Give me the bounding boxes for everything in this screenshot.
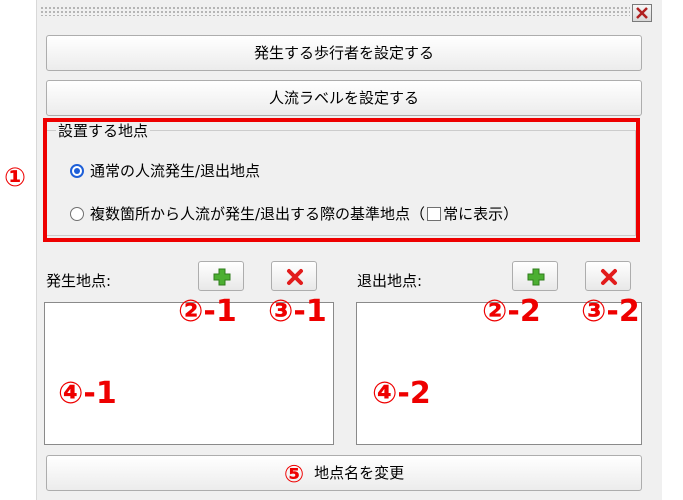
rename-point-label: 地点名を変更 bbox=[314, 464, 405, 482]
annotation-2-2: ②-2 bbox=[482, 294, 541, 329]
annotation-4-1: ④-1 bbox=[58, 376, 117, 411]
close-button[interactable] bbox=[632, 4, 652, 22]
set-flow-label-button[interactable]: 人流ラベルを設定する bbox=[46, 80, 642, 116]
annotation-3-2: ③-2 bbox=[581, 294, 640, 329]
title-grip[interactable] bbox=[40, 6, 630, 16]
rename-point-button[interactable]: ⑤ 地点名を変更 bbox=[46, 455, 642, 491]
exit-label: 退出地点: bbox=[357, 272, 423, 290]
plus-icon bbox=[527, 268, 545, 286]
annotation-3-1: ③-1 bbox=[268, 294, 327, 329]
remove-icon bbox=[601, 269, 617, 285]
annotation-box-1 bbox=[43, 118, 640, 242]
annotation-5: ⑤ bbox=[283, 459, 305, 488]
remove-exit-button[interactable] bbox=[585, 261, 631, 291]
plus-icon bbox=[213, 268, 231, 286]
annotation-2-1: ②-1 bbox=[178, 294, 237, 329]
annotation-4-2: ④-2 bbox=[372, 376, 431, 411]
add-origin-button[interactable] bbox=[198, 261, 244, 291]
annotation-1: ① bbox=[4, 163, 27, 193]
origin-label: 発生地点: bbox=[46, 272, 112, 290]
set-walkers-button[interactable]: 発生する歩行者を設定する bbox=[46, 35, 642, 71]
add-exit-button[interactable] bbox=[512, 261, 558, 291]
close-icon bbox=[636, 7, 648, 19]
remove-origin-button[interactable] bbox=[271, 261, 317, 291]
remove-icon bbox=[287, 269, 303, 285]
